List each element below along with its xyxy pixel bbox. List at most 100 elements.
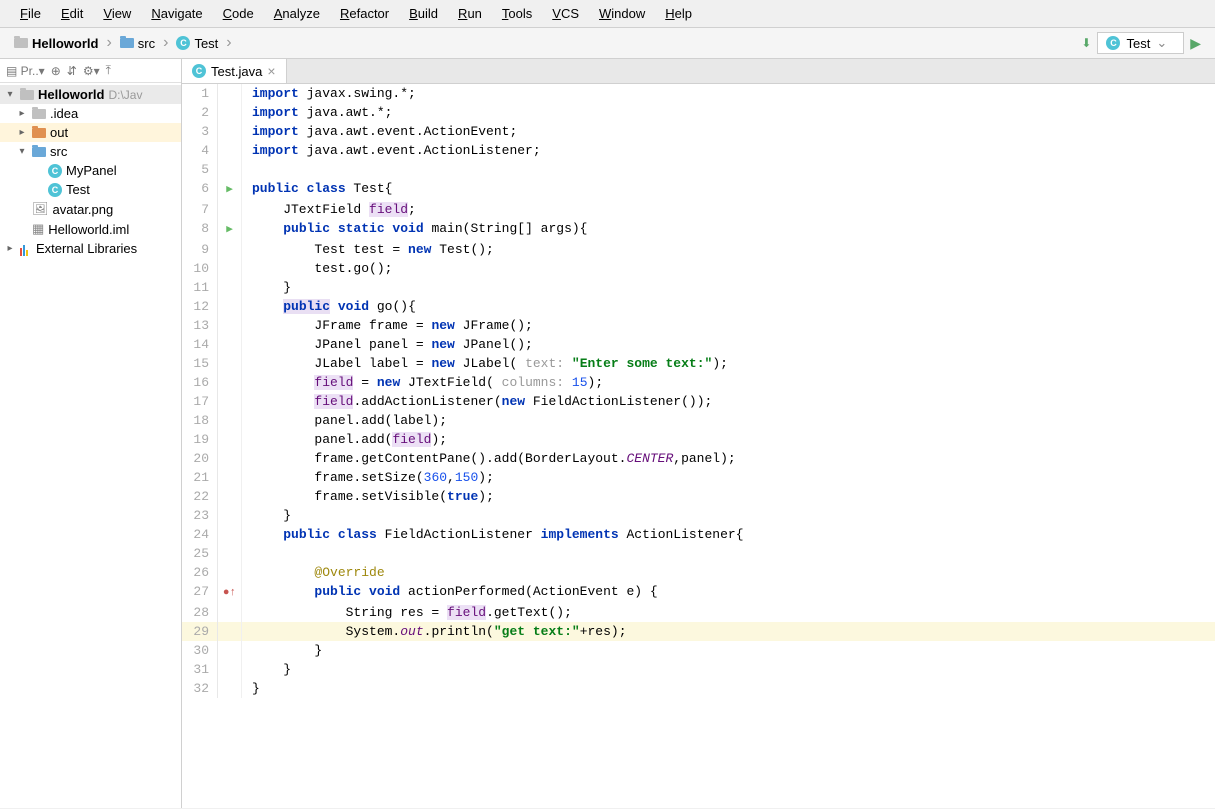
gutter-marker[interactable] — [218, 373, 242, 392]
menu-tools[interactable]: Tools — [492, 4, 542, 23]
gutter-marker[interactable]: ▶ — [218, 219, 242, 240]
line-number[interactable]: 25 — [182, 544, 218, 563]
hide-icon[interactable]: ⤒ — [106, 63, 111, 78]
line-number[interactable]: 17 — [182, 392, 218, 411]
line-number[interactable]: 29 — [182, 622, 218, 641]
code-line[interactable]: 16 field = new JTextField( columns: 15); — [182, 373, 1215, 392]
tree-mypanel[interactable]: C MyPanel — [0, 161, 181, 180]
line-number[interactable]: 13 — [182, 316, 218, 335]
gutter-marker[interactable] — [218, 430, 242, 449]
code-line[interactable]: 11 } — [182, 278, 1215, 297]
gutter-marker[interactable] — [218, 679, 242, 698]
gutter-marker[interactable]: ●↑ — [218, 582, 242, 603]
menu-refactor[interactable]: Refactor — [330, 4, 399, 23]
code-content[interactable]: panel.add(label); — [242, 411, 1215, 430]
line-number[interactable]: 31 — [182, 660, 218, 679]
code-content[interactable]: import javax.swing.*; — [242, 84, 1215, 103]
code-content[interactable]: public void actionPerformed(ActionEvent … — [242, 582, 1215, 603]
menu-analyze[interactable]: Analyze — [264, 4, 330, 23]
line-number[interactable]: 23 — [182, 506, 218, 525]
line-number[interactable]: 30 — [182, 641, 218, 660]
code-content[interactable]: frame.setSize(360,150); — [242, 468, 1215, 487]
tree-idea[interactable]: ▸ .idea — [0, 104, 181, 123]
breadcrumb-file[interactable]: C Test — [170, 34, 224, 53]
run-config-select[interactable]: C Test ⌄ — [1097, 32, 1184, 54]
code-content[interactable]: JPanel panel = new JPanel(); — [242, 335, 1215, 354]
gutter-marker[interactable] — [218, 335, 242, 354]
line-number[interactable]: 15 — [182, 354, 218, 373]
gutter-marker[interactable] — [218, 141, 242, 160]
gutter-marker[interactable] — [218, 603, 242, 622]
code-line[interactable]: 30 } — [182, 641, 1215, 660]
menu-file[interactable]: File — [10, 4, 51, 23]
line-number[interactable]: 21 — [182, 468, 218, 487]
code-line[interactable]: 6▶public class Test{ — [182, 179, 1215, 200]
gutter-marker[interactable] — [218, 449, 242, 468]
gutter-marker[interactable] — [218, 103, 242, 122]
tree-src[interactable]: ▾ src — [0, 142, 181, 161]
download-icon[interactable]: ⬇ — [1081, 36, 1091, 50]
code-content[interactable]: public class FieldActionListener impleme… — [242, 525, 1215, 544]
gutter-marker[interactable] — [218, 525, 242, 544]
gutter-marker[interactable] — [218, 411, 242, 430]
line-number[interactable]: 24 — [182, 525, 218, 544]
code-line[interactable]: 28 String res = field.getText(); — [182, 603, 1215, 622]
gutter-marker[interactable] — [218, 297, 242, 316]
line-number[interactable]: 22 — [182, 487, 218, 506]
menu-build[interactable]: Build — [399, 4, 448, 23]
line-number[interactable]: 3 — [182, 122, 218, 141]
gutter-marker[interactable] — [218, 641, 242, 660]
chevron-down-icon[interactable]: ▾ — [4, 89, 16, 100]
code-line[interactable]: 7 JTextField field; — [182, 200, 1215, 219]
line-number[interactable]: 10 — [182, 259, 218, 278]
code-line[interactable]: 19 panel.add(field); — [182, 430, 1215, 449]
menu-edit[interactable]: Edit — [51, 4, 93, 23]
code-editor[interactable]: 1import javax.swing.*;2import java.awt.*… — [182, 84, 1215, 808]
gutter-marker[interactable] — [218, 660, 242, 679]
tree-test[interactable]: C Test — [0, 180, 181, 199]
code-line[interactable]: 13 JFrame frame = new JFrame(); — [182, 316, 1215, 335]
code-content[interactable]: JFrame frame = new JFrame(); — [242, 316, 1215, 335]
editor-tab-test[interactable]: C Test.java × — [182, 59, 287, 83]
code-content[interactable]: @Override — [242, 563, 1215, 582]
code-line[interactable]: 12 public void go(){ — [182, 297, 1215, 316]
menu-help[interactable]: Help — [655, 4, 702, 23]
line-number[interactable]: 32 — [182, 679, 218, 698]
code-content[interactable]: public static void main(String[] args){ — [242, 219, 1215, 240]
line-number[interactable]: 5 — [182, 160, 218, 179]
chevron-down-icon[interactable]: ▾ — [16, 146, 28, 157]
code-line[interactable]: 9 Test test = new Test(); — [182, 240, 1215, 259]
line-number[interactable]: 7 — [182, 200, 218, 219]
gutter-marker[interactable] — [218, 468, 242, 487]
line-number[interactable]: 19 — [182, 430, 218, 449]
code-line[interactable]: 26 @Override — [182, 563, 1215, 582]
code-content[interactable]: field.addActionListener(new FieldActionL… — [242, 392, 1215, 411]
code-line[interactable]: 32} — [182, 679, 1215, 698]
tree-out[interactable]: ▸ out — [0, 123, 181, 142]
gutter-marker[interactable] — [218, 160, 242, 179]
line-number[interactable]: 11 — [182, 278, 218, 297]
code-line[interactable]: 31 } — [182, 660, 1215, 679]
menu-vcs[interactable]: VCS — [542, 4, 589, 23]
chevron-right-icon[interactable]: ▸ — [16, 108, 28, 119]
gutter-marker[interactable] — [218, 506, 242, 525]
gutter-marker[interactable] — [218, 354, 242, 373]
code-line[interactable]: 8▶ public static void main(String[] args… — [182, 219, 1215, 240]
menu-view[interactable]: View — [93, 4, 141, 23]
code-line[interactable]: 23 } — [182, 506, 1215, 525]
code-content[interactable]: import java.awt.event.ActionEvent; — [242, 122, 1215, 141]
menu-window[interactable]: Window — [589, 4, 655, 23]
line-number[interactable]: 27 — [182, 582, 218, 603]
gutter-marker[interactable] — [218, 487, 242, 506]
gutter-marker[interactable] — [218, 563, 242, 582]
code-line[interactable]: 1import javax.swing.*; — [182, 84, 1215, 103]
code-content[interactable]: panel.add(field); — [242, 430, 1215, 449]
code-content[interactable]: JLabel label = new JLabel( text: "Enter … — [242, 354, 1215, 373]
code-line[interactable]: 3 import java.awt.event.ActionEvent; — [182, 122, 1215, 141]
line-number[interactable]: 26 — [182, 563, 218, 582]
line-number[interactable]: 8 — [182, 219, 218, 240]
code-content[interactable]: } — [242, 679, 1215, 698]
code-content[interactable]: String res = field.getText(); — [242, 603, 1215, 622]
code-content[interactable]: public void go(){ — [242, 297, 1215, 316]
breadcrumb-folder[interactable]: src — [114, 34, 161, 53]
